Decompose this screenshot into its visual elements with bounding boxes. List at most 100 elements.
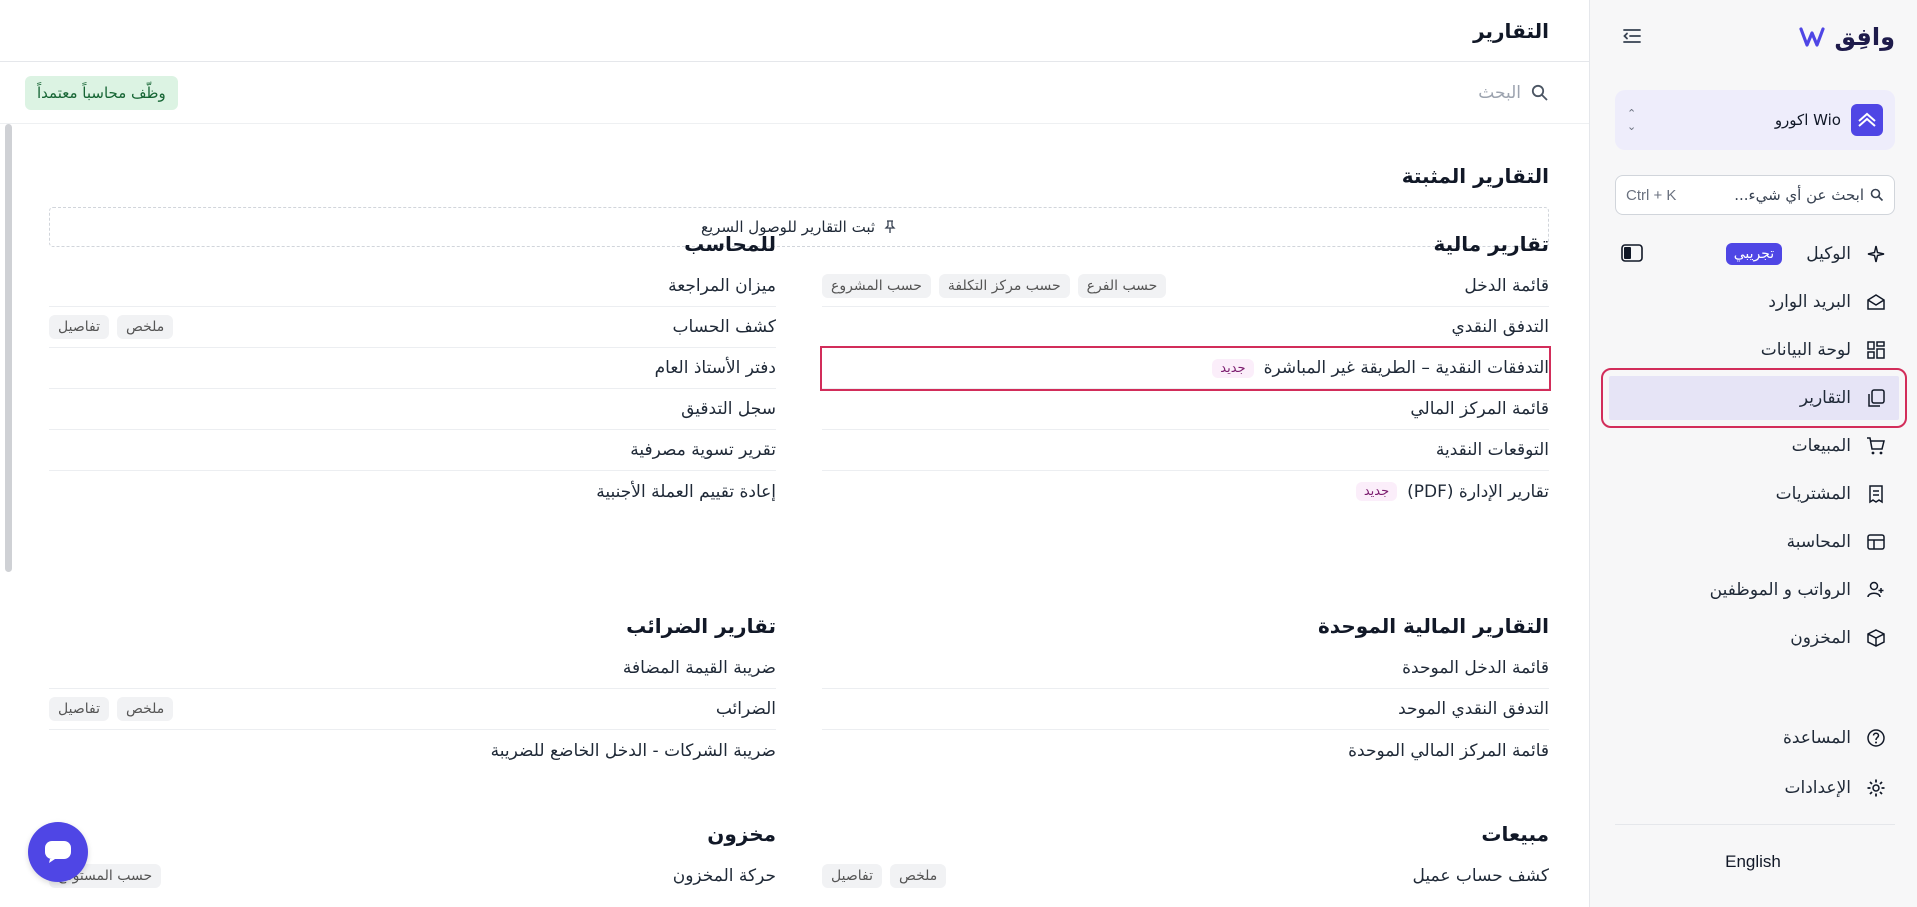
report-name: كشف حساب عميل (1413, 866, 1550, 886)
sidebar-item-payroll[interactable]: الرواتب و الموظفين (1609, 568, 1899, 612)
sidebar-item-settings[interactable]: الإعدادات (1609, 765, 1899, 811)
report-row[interactable]: التدفق النقدي الموحد (822, 689, 1549, 730)
report-variant-tag[interactable]: حسب المشروع (822, 274, 931, 298)
section-title-accountant: للمحاسب (684, 232, 776, 256)
report-variant-tag[interactable]: تفاصيل (822, 863, 882, 888)
report-name: ميزان المراجعة (668, 276, 776, 296)
report-row[interactable]: التوقعات النقدية (822, 430, 1549, 471)
organization-avatar (1851, 104, 1883, 136)
report-row[interactable]: قائمة الدخل حسب الفرع حسب مركز التكلفة حسب … (822, 266, 1549, 307)
brand-logo[interactable]: وافِق (1798, 22, 1895, 52)
report-name: قائمة الدخل الموحدة (1402, 658, 1549, 678)
sidebar-item-inbox[interactable]: البريد الوارد (1609, 280, 1899, 324)
section-title-tax: تقارير الضرائب (626, 614, 776, 638)
report-row[interactable]: ميزان المراجعة (49, 266, 776, 307)
report-name: كشف الحساب (673, 317, 777, 337)
report-variant-tags: حسب الفرع حسب مركز التكلفة حسب المشروع (822, 274, 1167, 298)
report-row[interactable]: سجل التدقيق (49, 389, 776, 430)
section-title-consolidated: التقارير المالية الموحدة (1318, 614, 1549, 638)
sidebar-item-label: الرواتب و الموظفين (1709, 580, 1851, 600)
collapse-sidebar-icon[interactable] (1620, 24, 1644, 48)
report-row[interactable]: الضرائب ملخص تفاصيل (49, 689, 776, 730)
language-switch[interactable]: English (1589, 852, 1917, 872)
report-name: تقارير الإدارة (PDF) جديد (1355, 481, 1549, 502)
report-row[interactable]: قائمة الدخل الموحدة (822, 648, 1549, 689)
sidebar-item-help[interactable]: المساعدة (1609, 715, 1899, 761)
report-name-label: ميزان المراجعة (668, 276, 776, 296)
organization-switcher[interactable]: Wio اكورو ⌃ ⌄ (1615, 90, 1895, 150)
secondary-navigation: المساعدة الإعدادات (1609, 715, 1899, 815)
tax-reports-list: ضريبة القيمة المضافة الضرائب ملخص تفاصيل ضري… (49, 648, 776, 771)
report-variant-tag[interactable]: تفاصيل (49, 697, 109, 721)
report-name: التدفقات النقدية – الطريقة غير المباشرة ج… (1212, 358, 1549, 378)
receipt-icon (1865, 483, 1887, 505)
report-name-label: قائمة الدخل الموحدة (1402, 658, 1549, 678)
report-variant-tag[interactable]: حسب مركز التكلفة (938, 274, 1070, 298)
sidebar-item-label: البريد الوارد (1768, 292, 1851, 312)
report-name-label: حركة المخزون (672, 865, 776, 886)
sidebar-item-accounting[interactable]: المحاسبة (1609, 520, 1899, 564)
organization-name: Wio اكورو (1774, 111, 1841, 129)
report-variant-tag[interactable]: حسب الفرع (1077, 274, 1167, 298)
sidebar-item-agent[interactable]: الوكيل تجريبي (1609, 232, 1899, 276)
side-panel-icon[interactable] (1621, 244, 1643, 262)
report-row[interactable]: ضريبة الشركات - الدخل الخاضع للضريبة (49, 730, 776, 771)
report-row[interactable]: كشف حساب عميل ملخص تفاصيل (822, 855, 1549, 896)
sort-arrows-icon: ⌃ ⌄ (1627, 107, 1637, 133)
sparkles-icon (1865, 243, 1887, 265)
report-row[interactable]: كشف الحساب ملخص تفاصيل (49, 307, 776, 348)
report-variant-tag[interactable]: تفاصيل (49, 315, 109, 339)
report-variant-tag[interactable]: ملخص (889, 863, 947, 888)
scrollbar[interactable] (5, 124, 12, 572)
report-row[interactable]: التدفقات النقدية – الطريقة غير المباشرة ج… (820, 346, 1551, 391)
report-variant-tag[interactable]: ملخص (116, 697, 174, 721)
sidebar-item-dashboard[interactable]: لوحة البيانات (1609, 328, 1899, 372)
sidebar: وافِق Wio اكورو ⌃ ⌄ ابحث عن أي شيء... Ctr… (1589, 0, 1917, 907)
report-row[interactable]: قائمة المركز المالي (822, 389, 1549, 430)
global-search-input[interactable]: ابحث عن أي شيء... Ctrl + K (1615, 175, 1895, 215)
sales-reports-list: كشف حساب عميل ملخص تفاصيل (822, 855, 1549, 896)
reports-search-input[interactable]: البحث (1478, 83, 1549, 103)
report-name-label: تقرير تسوية مصرفية (630, 440, 776, 460)
report-name-label: تقارير الإدارة (PDF) (1407, 481, 1549, 502)
new-badge: جديد (1212, 358, 1254, 378)
sidebar-item-sales[interactable]: المبيعات (1609, 424, 1899, 468)
report-row[interactable]: تقارير الإدارة (PDF) جديد (822, 471, 1549, 512)
sidebar-item-label: المبيعات (1791, 436, 1851, 456)
hire-accountant-button[interactable]: وظّف محاسباً معتمداً (25, 75, 178, 110)
chat-support-button[interactable] (28, 822, 88, 882)
sidebar-item-purchases[interactable]: المشتريات (1609, 472, 1899, 516)
report-row[interactable]: دفتر الأستاذ العام (49, 348, 776, 389)
sidebar-item-label: التقارير (1799, 388, 1851, 408)
sidebar-item-reports[interactable]: التقارير (1601, 368, 1907, 428)
report-row[interactable]: تقرير تسوية مصرفية (49, 430, 776, 471)
reports-icon (1865, 387, 1887, 409)
report-name: التوقعات النقدية (1436, 440, 1549, 460)
report-name-label: التوقعات النقدية (1435, 440, 1549, 460)
search-icon (1531, 84, 1548, 101)
report-row[interactable]: قائمة المركز المالي الموحدة (822, 730, 1549, 771)
report-name: ضريبة القيمة المضافة (623, 658, 776, 678)
new-badge: جديد (1355, 482, 1398, 501)
box-icon (1865, 627, 1887, 649)
report-variant-tags: ملخص تفاصيل (822, 863, 947, 888)
sidebar-item-inventory[interactable]: المخزون (1609, 616, 1899, 660)
main-navigation: الوكيل تجريبي البريد الوارد لوحة البيانا… (1601, 232, 1907, 664)
report-variant-tag[interactable]: ملخص (116, 315, 174, 339)
report-name-label: قائمة المركز المالي (1410, 399, 1549, 419)
report-row[interactable]: ضريبة القيمة المضافة (49, 648, 776, 689)
search-icon (1870, 188, 1884, 202)
report-row[interactable]: حركة المخزون حسب المستودع (49, 855, 776, 896)
report-row[interactable]: التدفق النقدي (822, 307, 1549, 348)
report-name: قائمة الدخل (1464, 276, 1549, 296)
section-title-financial: تقارير مالية (1433, 232, 1549, 256)
search-placeholder: البحث (1478, 82, 1521, 103)
dashboard-icon (1865, 339, 1887, 361)
divider (1615, 824, 1895, 825)
report-row[interactable]: إعادة تقييم العملة الأجنبية (49, 471, 776, 512)
report-name: إعادة تقييم العملة الأجنبية (596, 482, 776, 502)
report-name-label: دفتر الأستاذ العام (654, 358, 776, 378)
pin-icon (884, 220, 896, 233)
inventory-reports-list: حركة المخزون حسب المستودع (49, 855, 776, 896)
pinned-reports-dropzone: ثبت التقارير للوصول السريع (49, 207, 1549, 247)
